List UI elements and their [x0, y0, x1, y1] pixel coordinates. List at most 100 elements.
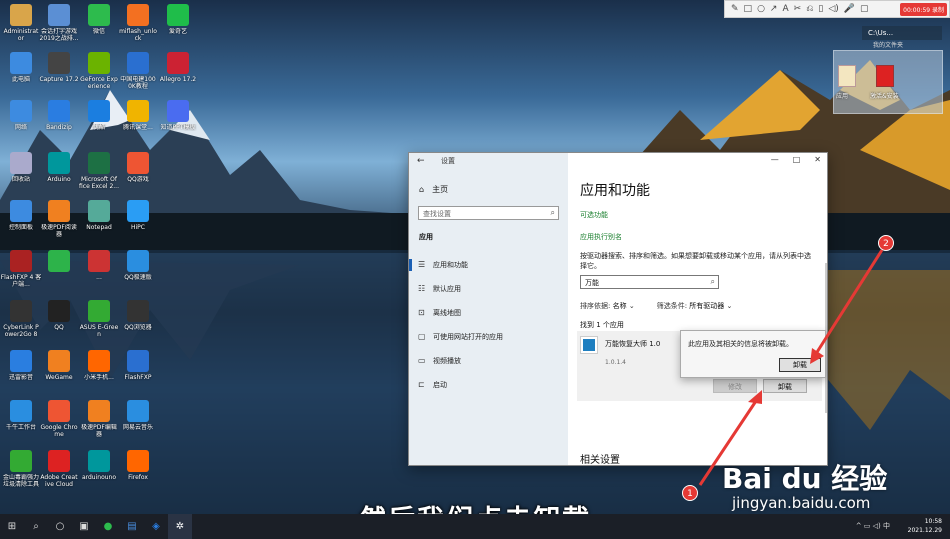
desktop-icon[interactable]: 迅雷影音 [0, 350, 42, 381]
desktop-icon[interactable]: Administrat or [0, 4, 42, 42]
desktop-icon[interactable]: ASUS E-Gree n [78, 300, 120, 338]
recorder-tool-icon[interactable]: A [782, 4, 788, 14]
desktop-icon[interactable]: 小米手机... [78, 350, 120, 381]
desktop-icon-label: arduinouno [81, 474, 117, 481]
app-shortcut-icon [167, 4, 189, 26]
desktop-icon[interactable]: Google Chro me [38, 400, 80, 438]
desktop-icon[interactable]: QQ极速版 [117, 250, 159, 281]
sidebar-item[interactable]: ⊡ 离线地图 [409, 301, 568, 325]
desktop-icon[interactable]: 会话打字游戏 2019之战排... [38, 4, 80, 42]
system-tray[interactable]: ^ ▭ ◁) 中 [856, 521, 890, 531]
clock[interactable]: 10:58 2021.12.29 [908, 517, 942, 535]
optional-features-link[interactable]: 可选功能 [580, 210, 608, 220]
desktop-icon[interactable] [38, 250, 80, 274]
sidebar-item[interactable]: ⊏ 启动 [409, 373, 568, 397]
settings-search-input[interactable]: 查找设置 ⌕ [418, 206, 559, 220]
app-alias-link[interactable]: 应用执行别名 [580, 232, 622, 242]
taskview-grid-icon[interactable]: ▣ [72, 514, 96, 539]
app-shortcut-icon [127, 100, 149, 122]
start-button[interactable]: ⊞ [0, 514, 24, 539]
explorer-path[interactable]: C:\Us... [862, 26, 942, 40]
folder-icon-app[interactable] [838, 65, 856, 87]
sidebar-item[interactable]: ☷ 默认应用 [409, 277, 568, 301]
desktop-icon[interactable]: 极速PDF编辑 器 [78, 400, 120, 438]
desktop-icon-label: 知道PPT模板 [160, 124, 196, 131]
desktop-icon[interactable]: ... [78, 250, 120, 281]
sidebar-item[interactable]: ▢ 可使用网站打开的应用 [409, 325, 568, 349]
wechat-taskbar-icon[interactable]: ● [96, 514, 120, 539]
desktop-icon[interactable]: Bandizip [38, 100, 80, 131]
desktop-icon[interactable]: QQ [38, 300, 80, 331]
recorder-tool-icon[interactable]: ✂ [794, 4, 802, 14]
uninstall-button[interactable]: 卸载 [763, 379, 807, 393]
desktop-icon[interactable]: QQ游戏 [117, 152, 159, 183]
desktop-icon[interactable]: Arduino [38, 152, 80, 183]
recorder-tool-icon[interactable]: ✎ [731, 4, 739, 14]
record-timer-button[interactable]: 00:00:59 录制 [900, 2, 947, 16]
settings-window: ← 设置 ⌂ 主页 查找设置 ⌕ 应用 ☰ 应用和功能 ☷ 默认应用 ⊡ 离线地图 ▢ 可使用… [408, 152, 828, 466]
recorder-tool-icon[interactable]: ↗ [770, 4, 778, 14]
desktop-icon[interactable]: Allegro 17.2 [157, 52, 199, 83]
task-view-icon[interactable]: ○ [48, 514, 72, 539]
desktop-icon[interactable]: 此电脑 [0, 52, 42, 83]
desktop-icon[interactable]: Firefox [117, 450, 159, 481]
desktop-icon[interactable]: CyberLink P ower2Go 8 [0, 300, 42, 338]
recorder-tool-icon[interactable]: 🎤 [844, 4, 855, 14]
desktop-icon[interactable]: 知道PPT模板 [157, 100, 199, 131]
app-search-input[interactable]: 万能 ⌕ [580, 275, 719, 289]
recorder-taskbar-icon[interactable]: ▤ [120, 514, 144, 539]
confirm-uninstall-button[interactable]: 卸载 [779, 358, 821, 372]
desktop-icon[interactable]: FlashFXP 4 客户端... [0, 250, 42, 288]
desktop-icon[interactable]: 千牛工作台 [0, 400, 42, 431]
search-icon[interactable]: ⌕ [24, 514, 48, 539]
shield-icon[interactable]: ◈ [144, 514, 168, 539]
recorder-tool-icon[interactable]: ▯ [818, 4, 823, 14]
desktop-icon[interactable]: arduinouno [78, 450, 120, 481]
desktop-icon[interactable]: 优酷 [78, 100, 120, 131]
desktop-icon[interactable]: Capture 17.2 [38, 52, 80, 83]
desktop-icon[interactable]: GeForce Exp erience [78, 52, 120, 90]
screen-recorder-toolbar: ✎ □ ○ ↗ A ✂ ⎌ ▯ ◁) 🎤 ▢ 00:00:59 录制 [724, 0, 950, 18]
desktop-icon[interactable]: 金山毒霸强力 垃圾清除工具 [0, 450, 42, 488]
desktop-icon[interactable]: 腾讯课堂... [117, 100, 159, 131]
app-shortcut-icon [48, 152, 70, 174]
recorder-tool-icon[interactable]: □ [744, 4, 753, 14]
sort-filter-row: 排序依据: 名称 ⌄ 筛选条件: 所有驱动器 ⌄ [580, 301, 732, 311]
desktop-icon-label: GeForce Exp erience [80, 76, 118, 90]
desktop-icon[interactable]: Adobe Creat ive Cloud [38, 450, 80, 488]
desktop-icon[interactable]: Notepad [78, 200, 120, 231]
recorder-tool-icon[interactable]: ○ [757, 4, 765, 14]
sidebar-item-home[interactable]: ⌂ 主页 [419, 184, 448, 195]
folder-icon-install[interactable] [876, 65, 894, 87]
desktop-icon[interactable]: 网络 [0, 100, 42, 131]
desktop-icon-label: Notepad [86, 224, 112, 231]
desktop-icon[interactable]: 回收站 [0, 152, 42, 183]
desktop-icon[interactable]: FlashFXP [117, 350, 159, 381]
desktop-icon[interactable]: 爱奇艺 [157, 4, 199, 35]
desktop-icon[interactable]: WeGame [38, 350, 80, 381]
modify-button[interactable]: 修改 [713, 379, 757, 393]
desktop-icon[interactable]: QQ浏览器 [117, 300, 159, 331]
app-shortcut-icon [127, 350, 149, 372]
desktop-icon-label: 会话打字游戏 2019之战排... [39, 28, 79, 42]
recorder-tool-icon[interactable]: ◁) [828, 4, 838, 14]
desktop-icon[interactable]: 极速PDF阅读 器 [38, 200, 80, 238]
desktop-icon[interactable]: 网易云音乐 [117, 400, 159, 431]
desktop-icon[interactable]: 微信 [78, 4, 120, 35]
desktop-icon-label: 优酷 [92, 124, 105, 131]
sidebar-item[interactable]: ▭ 视频播放 [409, 349, 568, 373]
desktop-icon[interactable]: miflash_unlo ck [117, 4, 159, 42]
desktop-icon[interactable]: 中国电建100 0K教程 [117, 52, 159, 90]
sidebar-item[interactable]: ☰ 应用和功能 [409, 253, 568, 277]
recorder-tool-icon[interactable]: ▢ [860, 4, 869, 14]
folder-preview[interactable]: 应用 激活&安装 [833, 50, 943, 114]
back-arrow-icon[interactable]: ← [417, 156, 425, 166]
desktop-icon[interactable]: 控制面板 [0, 200, 42, 231]
app-shortcut-icon [10, 100, 32, 122]
desktop-icon[interactable]: Microsoft Of fice Excel 2... [78, 152, 120, 190]
sort-dropdown[interactable]: 排序依据: 名称 ⌄ [580, 301, 635, 311]
desktop-icon[interactable]: HiPC [117, 200, 159, 231]
filter-dropdown[interactable]: 筛选条件: 所有驱动器 ⌄ [657, 301, 733, 311]
recorder-tool-icon[interactable]: ⎌ [806, 4, 813, 14]
gear-icon[interactable]: ✲ [168, 514, 192, 539]
